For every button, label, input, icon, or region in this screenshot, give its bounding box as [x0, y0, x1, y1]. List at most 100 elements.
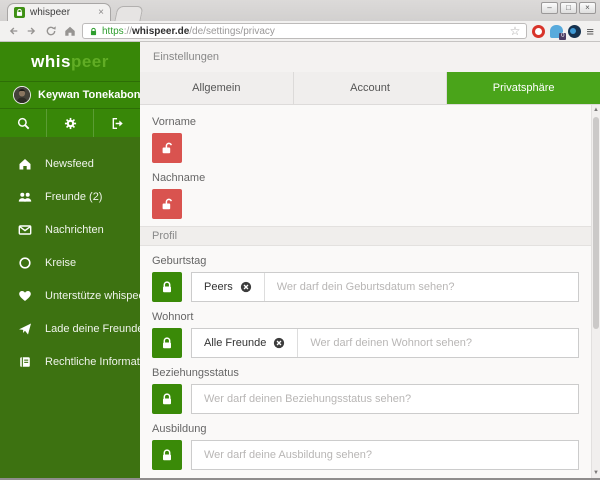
settings-button[interactable] [47, 109, 94, 137]
page-title: Einstellungen [140, 42, 600, 72]
whispeer-page: whis peer Keywan Tonekaboni Newsfeed Fre… [0, 42, 600, 478]
home-browser-icon[interactable] [63, 24, 77, 38]
beziehungsstatus-visibility-input-wrap [191, 384, 579, 414]
scrollbar-thumb[interactable] [593, 117, 599, 329]
settings-main: Einstellungen Allgemein Account Privatsp… [140, 42, 600, 478]
field-nachname: Nachname [152, 172, 579, 219]
home-icon [18, 157, 32, 171]
lock-icon [163, 337, 171, 349]
logout-button[interactable] [94, 109, 140, 137]
visibility-tag[interactable]: Peers [192, 273, 265, 301]
unlock-icon [162, 198, 173, 210]
field-label: Geburtstag [152, 255, 207, 267]
bookmark-star-icon[interactable]: ☆ [510, 25, 521, 37]
sidebar: whis peer Keywan Tonekaboni Newsfeed Fre… [0, 42, 167, 478]
https-padlock-icon [90, 27, 97, 35]
settings-tabs: Allgemein Account Privatsphäre [140, 72, 600, 105]
ausbildung-visibility-input[interactable] [192, 441, 578, 469]
lock-icon [163, 393, 171, 405]
url-bar[interactable]: https://whispeer.de/de/settings/privacy … [82, 23, 528, 39]
browser-toolbar: https://whispeer.de/de/settings/privacy … [0, 21, 600, 42]
user-name: Keywan Tonekaboni [38, 89, 144, 101]
vorname-unlock-button[interactable] [152, 133, 182, 163]
wohnort-lock-button[interactable] [152, 328, 182, 358]
paper-plane-icon [18, 322, 32, 336]
privacy-extension-icon[interactable] [568, 24, 582, 38]
circle-icon [18, 256, 32, 270]
field-label: Beziehungsstatus [152, 367, 239, 379]
scroll-up-icon[interactable]: ▲ [592, 105, 600, 115]
field-wohnort: Wohnort Alle Freunde [152, 311, 579, 358]
ausbildung-visibility-input-wrap [191, 440, 579, 470]
url-scheme: https [102, 25, 124, 37]
back-icon[interactable] [6, 24, 20, 38]
sidebar-item-freunde[interactable]: Freunde (2) [0, 180, 140, 213]
sidebar-header: whis peer Keywan Tonekaboni [0, 42, 144, 137]
nachname-unlock-button[interactable] [152, 189, 182, 219]
tab-account[interactable]: Account [293, 72, 448, 104]
tab-privatsphaere[interactable]: Privatsphäre [447, 72, 600, 104]
browser-chrome: whispeer × – □ × https://whispeer.de/de/… [0, 0, 600, 42]
user-profile-link[interactable]: Keywan Tonekaboni [0, 82, 144, 109]
url-text: https://whispeer.de/de/settings/privacy [102, 25, 275, 37]
tab-allgemein[interactable]: Allgemein [140, 72, 294, 104]
browser-menu-icon[interactable]: ≡ [586, 25, 594, 38]
sidebar-item-kreise[interactable]: Kreise [0, 246, 140, 279]
envelope-icon [18, 223, 32, 237]
wohnort-visibility-input-wrap: Alle Freunde [191, 328, 579, 358]
beziehungsstatus-lock-button[interactable] [152, 384, 182, 414]
field-label: Ausbildung [152, 423, 207, 435]
tab-title: whispeer [30, 7, 71, 18]
geburtstag-lock-button[interactable] [152, 272, 182, 302]
field-geburtstag: Geburtstag Peers [152, 255, 579, 302]
sidebar-item-einladen[interactable]: Lade deine Freunde ein [0, 312, 161, 345]
window-controls: – □ × [541, 2, 596, 14]
window-maximize-button[interactable]: □ [560, 2, 577, 14]
heart-icon [18, 289, 32, 303]
browser-tab[interactable]: whispeer × [7, 3, 111, 21]
scroll-down-icon[interactable]: ▼ [592, 468, 600, 478]
field-label: Vorname [152, 116, 197, 128]
beziehungsstatus-visibility-input[interactable] [192, 385, 578, 413]
wohnort-visibility-input[interactable] [298, 329, 578, 357]
sidebar-item-newsfeed[interactable]: Newsfeed [0, 147, 140, 180]
window-close-button[interactable]: × [579, 2, 596, 14]
window-minimize-button[interactable]: – [541, 2, 558, 14]
forward-icon[interactable] [25, 24, 39, 38]
ausbildung-lock-button[interactable] [152, 440, 182, 470]
extension-badge: 0 [559, 32, 567, 40]
sign-out-icon [112, 117, 123, 129]
sidebar-icon-row [0, 109, 140, 137]
field-label: Nachname [152, 172, 206, 184]
geburtstag-visibility-input[interactable] [264, 273, 578, 301]
visibility-tag[interactable]: Alle Freunde [192, 329, 299, 357]
section-profil: Profil [140, 226, 591, 246]
lock-icon [163, 281, 171, 293]
content-scrollbar[interactable]: ▲ ▼ [591, 105, 600, 478]
sidebar-item-unterstuetze[interactable]: Unterstütze whispeer [0, 279, 148, 312]
search-icon [17, 117, 29, 129]
sidebar-item-rechtliches[interactable]: Rechtliche Informationen [0, 345, 167, 378]
privacy-settings-form: Vorname Nachname Profil Geburtstag Peers… [140, 105, 591, 478]
friends-icon [18, 190, 32, 204]
ghostery-extension-icon[interactable]: 0 [550, 24, 567, 40]
remove-tag-icon[interactable] [273, 337, 285, 349]
book-icon [18, 355, 32, 369]
unlock-icon [162, 142, 173, 154]
sidebar-item-nachrichten[interactable]: Nachrichten [0, 213, 140, 246]
field-vorname: Vorname [152, 116, 579, 163]
reload-icon[interactable] [44, 24, 58, 38]
tab-bar: whispeer × – □ × [0, 0, 600, 21]
url-path: /de/settings/privacy [189, 25, 275, 37]
remove-tag-icon[interactable] [240, 281, 252, 293]
search-button[interactable] [0, 109, 47, 137]
new-tab-button[interactable] [114, 6, 144, 21]
tab-close-icon[interactable]: × [98, 7, 104, 18]
field-ausbildung: Ausbildung [152, 423, 579, 470]
field-label: Wohnort [152, 311, 194, 323]
sidebar-nav: Newsfeed Freunde (2) Nachrichten Kreise … [0, 137, 167, 378]
field-beziehungsstatus: Beziehungsstatus [152, 367, 579, 414]
gear-icon [64, 117, 76, 129]
whispeer-logo[interactable]: whis peer [0, 42, 140, 82]
adblock-extension-icon[interactable] [532, 24, 546, 38]
